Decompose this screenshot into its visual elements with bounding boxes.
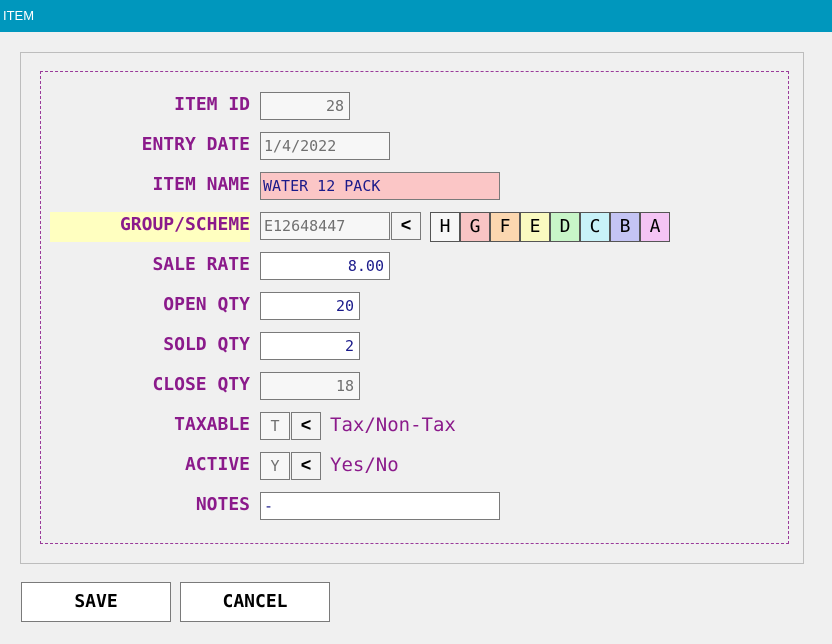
item-name-label: ITEM NAME [152, 174, 250, 195]
close-qty-label: CLOSE QTY [152, 374, 250, 395]
active-field[interactable]: Y [260, 452, 290, 480]
close-qty-field[interactable]: 18 [260, 372, 360, 400]
entry-date-label: ENTRY DATE [141, 134, 250, 155]
taxable-field[interactable]: T [260, 412, 290, 440]
group-option-h[interactable]: H [430, 212, 460, 242]
group-option-e[interactable]: E [520, 212, 550, 242]
group-option-b[interactable]: B [610, 212, 640, 242]
window-title: ITEM [3, 8, 35, 23]
group-scheme-label: GROUP/SCHEME [50, 212, 250, 242]
item-id-field[interactable]: 28 [260, 92, 350, 120]
group-option-d[interactable]: D [550, 212, 580, 242]
taxable-hint: Tax/Non-Tax [330, 414, 456, 436]
group-option-c[interactable]: C [580, 212, 610, 242]
notes-label: NOTES [195, 494, 250, 515]
active-hint: Yes/No [330, 454, 399, 476]
group-option-a[interactable]: A [640, 212, 670, 242]
sold-qty-label: SOLD QTY [163, 334, 250, 355]
open-qty-label: OPEN QTY [163, 294, 250, 315]
title-bar: ITEM [0, 0, 832, 32]
group-option-f[interactable]: F [490, 212, 520, 242]
open-qty-field[interactable]: 20 [260, 292, 360, 320]
active-toggle-button[interactable]: < [291, 452, 321, 480]
active-label: ACTIVE [184, 454, 250, 475]
sale-rate-label: SALE RATE [152, 254, 250, 275]
taxable-label: TAXABLE [174, 414, 250, 435]
sale-rate-field[interactable]: 8.00 [260, 252, 390, 280]
taxable-toggle-button[interactable]: < [291, 412, 321, 440]
entry-date-field[interactable]: 1/4/2022 [260, 132, 390, 160]
sold-qty-field[interactable]: 2 [260, 332, 360, 360]
item-id-label: ITEM ID [174, 94, 250, 115]
save-button[interactable]: SAVE [21, 582, 171, 622]
group-scheme-picker-button[interactable]: < [391, 212, 421, 240]
notes-field[interactable]: - [260, 492, 500, 520]
group-option-g[interactable]: G [460, 212, 490, 242]
item-name-field[interactable]: WATER 12 PACK [260, 172, 500, 200]
cancel-button[interactable]: CANCEL [180, 582, 330, 622]
group-scheme-field[interactable]: E12648447 [260, 212, 390, 240]
